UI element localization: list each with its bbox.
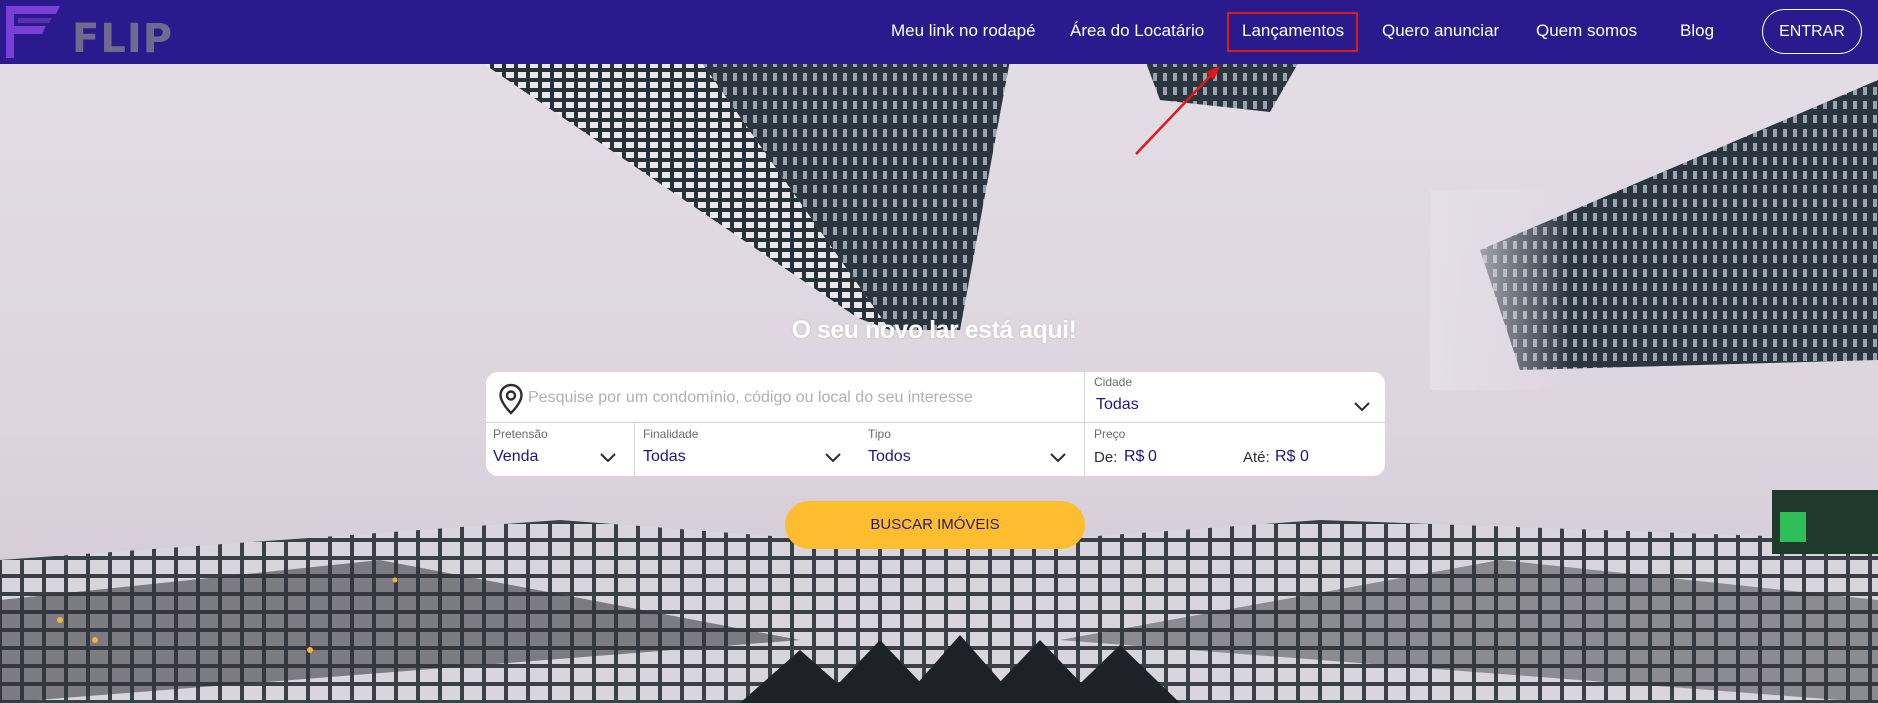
preco-label: Preço bbox=[1094, 427, 1126, 441]
property-search-form: Cidade Todas Pretensão Venda Finalidade … bbox=[486, 372, 1385, 476]
pretensao-value: Venda bbox=[493, 448, 539, 465]
search-input[interactable] bbox=[528, 384, 1068, 412]
nav-lancamentos[interactable]: Lançamentos bbox=[1242, 19, 1344, 43]
finalidade-label: Finalidade bbox=[643, 427, 699, 441]
preco-de-currency: R$ bbox=[1124, 448, 1145, 465]
main-nav: Meu link no rodapé Área do Locatário Lan… bbox=[0, 0, 1878, 64]
chevron-down-icon bbox=[825, 453, 841, 463]
buscar-imoveis-button[interactable]: BUSCAR IMÓVEIS bbox=[785, 501, 1085, 549]
finalidade-value: Todas bbox=[643, 448, 686, 465]
chevron-down-icon bbox=[1050, 453, 1066, 463]
preco-de-value: 0 bbox=[1148, 448, 1157, 465]
preco-ate-value: 0 bbox=[1300, 448, 1309, 465]
hero-headline: O seu novo lar está aqui! bbox=[791, 316, 1077, 344]
location-pin-icon bbox=[499, 383, 523, 415]
preco-de-label: De: bbox=[1094, 449, 1118, 466]
login-button[interactable]: ENTRAR bbox=[1762, 9, 1862, 54]
nav-blog[interactable]: Blog bbox=[1680, 19, 1714, 43]
preco-ate-currency: R$ bbox=[1275, 448, 1296, 465]
cidade-value: Todas bbox=[1096, 396, 1139, 413]
top-navbar: FLIP Meu link no rodapé Área do Locatári… bbox=[0, 0, 1878, 64]
form-divider bbox=[634, 423, 635, 476]
tipo-value: Todos bbox=[868, 448, 911, 465]
form-divider bbox=[486, 422, 1385, 423]
tipo-label: Tipo bbox=[868, 427, 891, 441]
pretensao-label: Pretensão bbox=[493, 427, 548, 441]
cidade-label: Cidade bbox=[1094, 375, 1133, 389]
nav-quero-anunciar[interactable]: Quero anunciar bbox=[1382, 19, 1499, 43]
nav-quem-somos[interactable]: Quem somos bbox=[1536, 19, 1637, 43]
preco-ate-label: Até: bbox=[1243, 449, 1270, 466]
chevron-down-icon bbox=[600, 453, 616, 463]
form-divider bbox=[1084, 372, 1085, 476]
annotation-arrow-icon bbox=[1135, 66, 1220, 155]
hero-background bbox=[0, 0, 1878, 703]
nav-area-do-locatario[interactable]: Área do Locatário bbox=[1070, 19, 1204, 43]
chevron-down-icon bbox=[1354, 402, 1370, 412]
nav-meu-link-no-rodape[interactable]: Meu link no rodapé bbox=[891, 19, 1036, 43]
